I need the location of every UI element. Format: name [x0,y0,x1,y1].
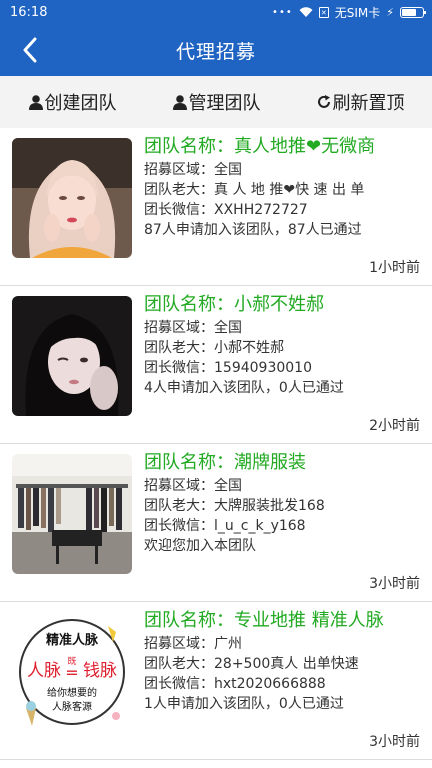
team-list-item[interactable]: 团队名称：潮牌服装 招募区域：全国 团队老大：大牌服装批发168 团长微信：l_… [0,444,432,602]
team-stats: 欢迎您加入本团队 [144,538,256,554]
post-time: 3小时前 [369,576,420,592]
team-avatar: 精准人脉 人脉 既 = 钱脉 给你想要的 人脉客源 [12,612,132,732]
manage-team-label: 管理团队 [188,93,261,114]
team-wechat: 团长微信：15940930010 [144,360,312,376]
wifi-icon [299,7,313,17]
team-info: 团队名称：真人地推❤无微商 招募区域：全国 团队老大：真 人 地 推❤快 速 出… [144,134,424,240]
create-team-label: 创建团队 [44,93,117,114]
create-team-button[interactable]: 创建团队 [28,89,117,115]
team-avatar [12,138,132,258]
status-time: 16:18 [10,4,48,20]
team-name: 团队名称：真人地推❤无微商 [144,136,376,157]
team-info: 团队名称：潮牌服装 招募区域：全国 团队老大：大牌服装批发168 团长微信：l_… [144,450,424,556]
team-leader: 团队老大：小郝不姓郝 [144,340,284,356]
team-stats: 4人申请加入该团队，0人已通过 [144,380,344,396]
thumb-text-eq: = [65,663,78,682]
team-stats: 1人申请加入该团队，0人已通过 [144,696,344,712]
refresh-icon [317,95,330,108]
page-title: 代理招募 [175,40,256,63]
team-avatar [12,454,132,574]
team-leader: 团队老大：大牌服装批发168 [144,498,325,514]
team-name: 团队名称：潮牌服装 [144,452,306,473]
refresh-top-button[interactable]: 刷新置顶 [316,89,405,115]
back-arrow-icon [23,37,37,63]
team-list-item[interactable]: 精准人脉 人脉 既 = 钱脉 给你想要的 人脉客源 团队名称：专业地推 精准人脉… [0,602,432,760]
team-region: 招募区域：广州 [144,636,242,652]
team-list: 团队名称：真人地推❤无微商 招募区域：全国 团队老大：真 人 地 推❤快 速 出… [0,128,432,760]
charging-icon: ⚡ [386,5,394,19]
status-icons: ••• ✕ 无SIM卡 ⚡ [272,4,426,21]
thumb-text-line2: 人脉客源 [52,700,92,713]
team-leader: 团队老大：28+500真人 出单快速 [144,656,359,672]
team-region: 招募区域：全国 [144,320,242,336]
user-icon [28,95,43,110]
thumb-text-line1: 给你想要的 [47,686,97,699]
thumb-text-left: 人脉 [27,661,61,681]
post-time: 1小时前 [369,260,420,276]
dots-icon: ••• [272,6,293,18]
team-name: 团队名称：小郝不姓郝 [144,294,324,315]
sim-label: 无SIM卡 [334,5,381,20]
no-sim-icon: ✕ [318,6,329,18]
team-info: 团队名称：小郝不姓郝 招募区域：全国 团队老大：小郝不姓郝 团长微信：15940… [144,292,424,398]
team-leader: 团队老大：真 人 地 推❤快 速 出 单 [144,182,365,198]
manage-team-button[interactable]: 管理团队 [172,89,261,115]
back-button[interactable] [12,34,48,66]
refresh-top-label: 刷新置顶 [332,93,405,114]
team-wechat: 团长微信：l_u_c_k_y168 [144,518,306,534]
team-region: 招募区域：全国 [144,162,242,178]
team-avatar [12,296,132,416]
team-info: 团队名称：专业地推 精准人脉 招募区域：广州 团队老大：28+500真人 出单快… [144,608,424,714]
team-wechat: 团长微信：XXHH272727 [144,202,308,218]
team-stats: 87人申请加入该团队，87人已通过 [144,222,362,238]
thumb-text-right: 钱脉 [83,661,117,681]
team-list-item[interactable]: 团队名称：真人地推❤无微商 招募区域：全国 团队老大：真 人 地 推❤快 速 出… [0,128,432,286]
post-time: 2小时前 [369,418,420,434]
team-list-item[interactable]: 团队名称：小郝不姓郝 招募区域：全国 团队老大：小郝不姓郝 团长微信：15940… [0,286,432,444]
team-region: 招募区域：全国 [144,478,242,494]
post-time: 3小时前 [369,734,420,750]
action-toolbar: 创建团队 管理团队 刷新置顶 [0,76,432,129]
team-name: 团队名称：专业地推 精准人脉 [144,610,384,631]
battery-icon [400,6,426,18]
team-wechat: 团长微信：hxt2020666888 [144,676,326,692]
thumb-text-top: 精准人脉 [46,632,99,648]
user-icon [172,95,187,110]
nav-bar: 代理招募 [0,24,432,76]
status-bar: 16:18 ••• ✕ 无SIM卡 ⚡ [0,0,432,24]
